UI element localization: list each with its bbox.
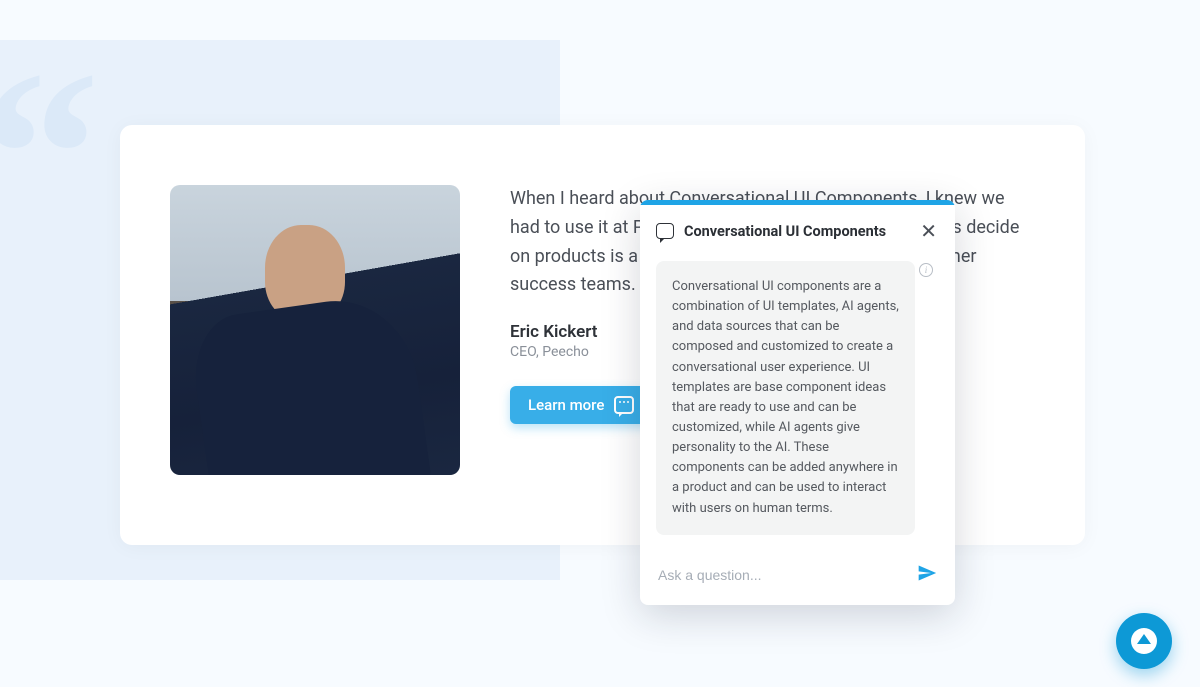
popup-body: i Conversational UI components are a com… — [640, 253, 955, 535]
learn-more-button[interactable]: Learn more — [510, 386, 652, 424]
close-icon[interactable]: ✕ — [918, 219, 939, 243]
chevron-up-icon — [1131, 628, 1157, 654]
popup-input-row — [640, 545, 955, 605]
chat-popup: Conversational UI Components ✕ i Convers… — [640, 200, 955, 605]
popup-title: Conversational UI Components — [684, 223, 908, 240]
chat-icon — [656, 223, 674, 239]
popup-header: Conversational UI Components ✕ — [640, 205, 955, 253]
info-icon[interactable]: i — [919, 263, 933, 277]
chat-fab-button[interactable] — [1116, 613, 1172, 669]
testimonial-photo — [170, 185, 460, 475]
chat-icon — [614, 396, 634, 414]
question-input[interactable] — [658, 567, 907, 583]
assistant-message: Conversational UI components are a combi… — [656, 261, 915, 535]
send-icon[interactable] — [917, 563, 937, 587]
quote-mark-decoration: “ — [0, 70, 80, 238]
learn-more-label: Learn more — [528, 396, 604, 414]
